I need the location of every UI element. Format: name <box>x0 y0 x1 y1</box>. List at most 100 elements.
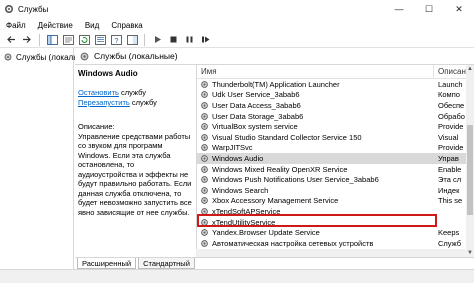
service-row[interactable]: Thunderbolt(TM) Application Launcher Laun… <box>197 79 467 90</box>
service-gear-icon <box>201 229 208 236</box>
menu-help[interactable]: Справка <box>105 21 148 30</box>
close-button[interactable]: ✕ <box>444 0 474 18</box>
services-gear-icon <box>4 53 12 61</box>
pause-icon <box>186 36 192 43</box>
stop-service-button[interactable] <box>166 33 180 46</box>
minimize-button[interactable]: — <box>384 0 414 18</box>
refresh-button[interactable] <box>77 33 91 46</box>
services-gear-icon <box>80 52 89 60</box>
help-pane-icon <box>126 34 138 45</box>
header-title: Службы (локальные) <box>94 51 178 61</box>
service-gear-icon <box>201 144 208 152</box>
window-title: Службы <box>18 4 49 14</box>
detail-pane: Windows Audio Остановить службу Перезапу… <box>75 65 195 257</box>
service-gear-icon <box>201 239 208 247</box>
column-header-name[interactable]: Имя <box>197 65 434 79</box>
menu-file[interactable]: Файл <box>0 21 32 30</box>
service-gear-icon <box>201 218 208 226</box>
restart-line: Перезапустить службу <box>78 98 192 108</box>
start-service-button[interactable] <box>150 33 164 46</box>
service-row[interactable]: User Data Access_3abab6 Обеспе <box>197 100 467 111</box>
toolbar-separator <box>39 33 40 46</box>
column-header-row: Имя Описан <box>197 65 474 79</box>
scroll-down-icon[interactable]: ▼ <box>466 249 474 257</box>
tab-standard[interactable]: Стандартный <box>138 258 195 269</box>
service-row[interactable]: xTendUtilityService <box>197 217 467 228</box>
pause-service-button[interactable] <box>182 33 196 46</box>
service-row[interactable]: Visual Studio Standard Collector Service… <box>197 132 467 143</box>
service-row[interactable]: VirtualBox system service Provide <box>197 121 467 132</box>
restart-service-button[interactable] <box>198 33 212 46</box>
service-name: Visual Studio Standard Collector Service… <box>212 132 362 142</box>
header-band: Службы (локальные) <box>75 48 474 65</box>
service-row[interactable]: WarpJITSvc Provide <box>197 143 467 154</box>
service-gear-icon <box>201 102 208 109</box>
scroll-thumb[interactable] <box>467 125 473 215</box>
scroll-up-icon[interactable]: ▲ <box>466 65 474 73</box>
service-gear-icon <box>201 133 208 141</box>
service-name: Thunderbolt(TM) Application Launcher <box>212 79 340 89</box>
service-row[interactable]: User Data Storage_3abab6 Обрабо <box>197 111 467 122</box>
help-panel-button[interactable] <box>125 33 139 46</box>
service-gear-icon <box>201 112 208 120</box>
service-gear-icon <box>201 197 208 205</box>
back-button[interactable] <box>4 33 18 46</box>
service-row[interactable]: Windows Search Индек <box>197 185 467 196</box>
refresh-icon <box>78 34 90 45</box>
service-name: Windows Search <box>212 185 269 195</box>
toolbar: ? <box>0 32 474 48</box>
service-gear-icon <box>201 208 208 215</box>
vertical-scrollbar[interactable]: ▲ ▼ <box>466 65 474 257</box>
restart-icon <box>201 36 209 43</box>
menu-action[interactable]: Действие <box>32 21 79 30</box>
show-tree-button[interactable] <box>45 33 59 46</box>
service-row[interactable]: Yandex.Browser Update Service Keeps <box>197 227 467 238</box>
restart-service-link[interactable]: Перезапустить <box>78 98 130 107</box>
service-gear-icon <box>201 176 208 183</box>
restart-suffix: службу <box>129 98 157 107</box>
export-button[interactable] <box>93 33 107 46</box>
window-controls: — ☐ ✕ <box>384 0 474 18</box>
menu-view[interactable]: Вид <box>79 21 105 30</box>
service-row[interactable]: Windows Mixed Reality OpenXR Service Enab… <box>197 164 467 175</box>
service-row[interactable]: Windows Audio Управ <box>197 153 467 164</box>
forward-button[interactable] <box>20 33 34 46</box>
service-name: VirtualBox system service <box>212 122 298 132</box>
service-row[interactable]: Udk User Service_3abab6 Компо <box>197 90 467 101</box>
service-name: Xbox Accessory Management Service <box>212 196 339 206</box>
service-row[interactable]: Автоматическая настройка сетевых устройс… <box>197 238 467 249</box>
services-list: Имя Описан Thunderbolt(TM) Application L… <box>196 65 474 257</box>
tab-extended[interactable]: Расширенный <box>77 258 137 269</box>
service-gear-icon <box>201 155 208 162</box>
service-name: xTendSoftAPService <box>212 206 281 216</box>
help-button[interactable]: ? <box>109 33 123 46</box>
service-row[interactable]: Windows Push Notifications User Service_… <box>197 174 467 185</box>
arrow-right-icon <box>23 36 31 43</box>
svg-text:?: ? <box>114 38 118 45</box>
service-row[interactable]: xTendSoftAPService <box>197 206 467 217</box>
service-gear-icon <box>201 165 208 173</box>
stop-suffix: службу <box>118 88 146 97</box>
view-tabs: Расширенный Стандартный <box>75 257 474 269</box>
service-gear-icon <box>201 123 208 131</box>
horizontal-scrollbar[interactable] <box>196 249 466 257</box>
service-gear-icon <box>201 80 208 88</box>
description-label: Описание: <box>78 122 115 131</box>
service-title: Windows Audio <box>78 69 138 78</box>
description-text: Управление средствами работы со звуком д… <box>78 131 192 217</box>
status-bar <box>0 269 474 283</box>
service-name: xTendUtilityService <box>212 217 276 227</box>
export-list-icon <box>94 34 106 45</box>
console-tree: Службы (локальны <box>0 48 88 283</box>
title-bar: Службы — ☐ ✕ <box>0 0 474 18</box>
play-icon <box>154 36 161 43</box>
properties-button[interactable] <box>61 33 75 46</box>
service-row[interactable]: Xbox Accessory Management Service This se <box>197 196 467 207</box>
service-name: Udk User Service_3abab6 <box>212 90 300 100</box>
menu-bar: Файл Действие Вид Справка <box>0 18 474 32</box>
stop-service-link[interactable]: Остановить <box>78 88 119 97</box>
service-name: WarpJITSvc <box>212 143 253 153</box>
column-header-description[interactable]: Описан <box>434 67 466 76</box>
stop-icon <box>170 36 176 43</box>
maximize-button[interactable]: ☐ <box>414 0 444 18</box>
